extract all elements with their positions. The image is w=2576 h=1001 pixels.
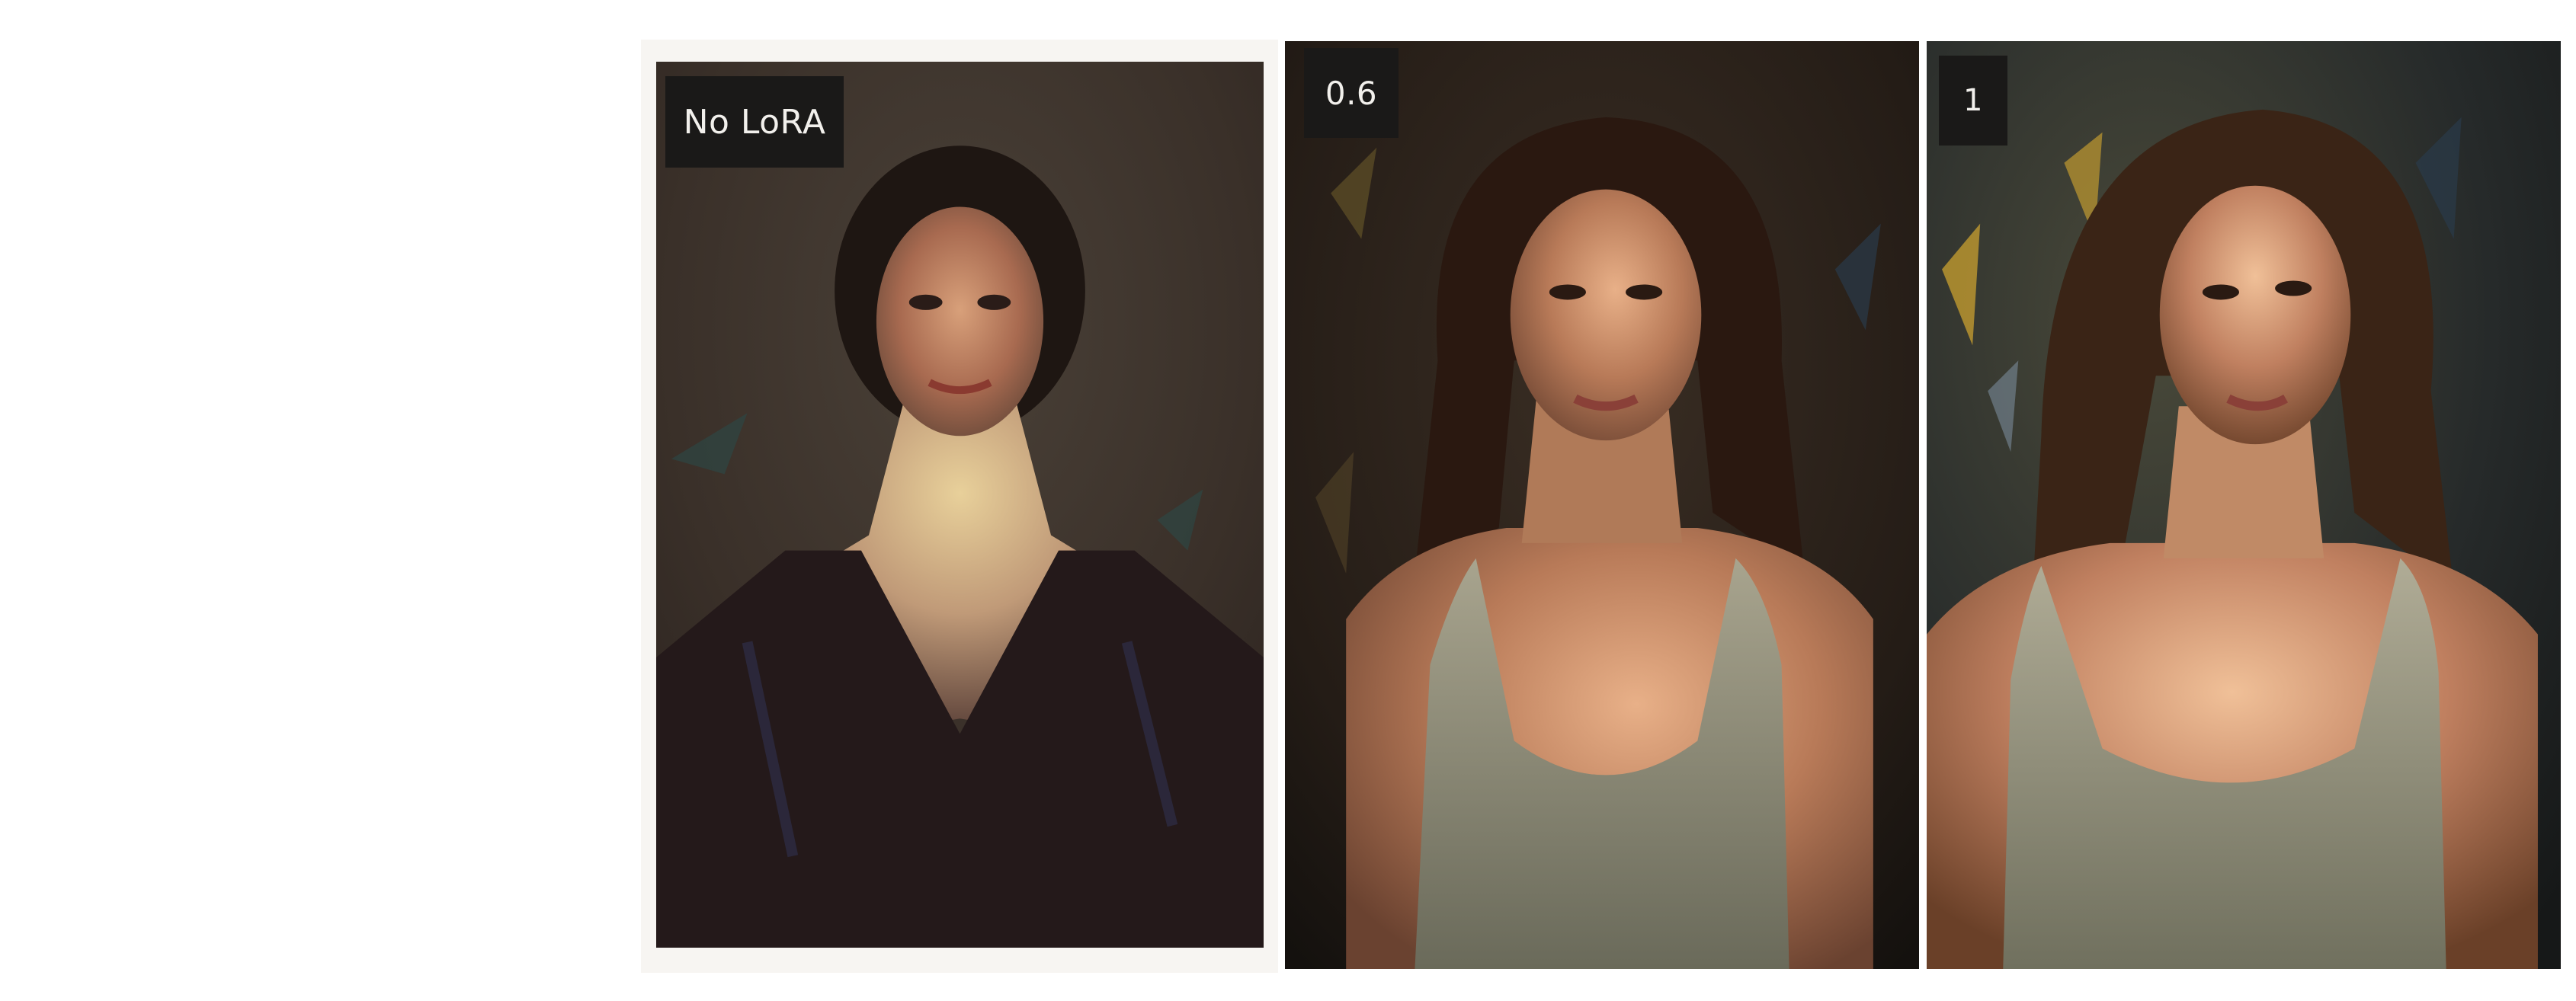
no-lora-portrait-painting xyxy=(656,62,1264,948)
lora-0-6-portrait-painting xyxy=(1285,41,1919,969)
lora-1-portrait-painting xyxy=(1927,41,2561,969)
lora-0-6-label: 0.6 xyxy=(1304,48,1399,138)
lora-1-label: 1 xyxy=(1939,56,2007,146)
no-lora-portrait-image xyxy=(656,62,1264,948)
no-lora-label: No LoRA xyxy=(665,76,844,168)
lora-0-6-portrait-image xyxy=(1285,41,1919,969)
lora-1-portrait-image xyxy=(1927,41,2561,969)
